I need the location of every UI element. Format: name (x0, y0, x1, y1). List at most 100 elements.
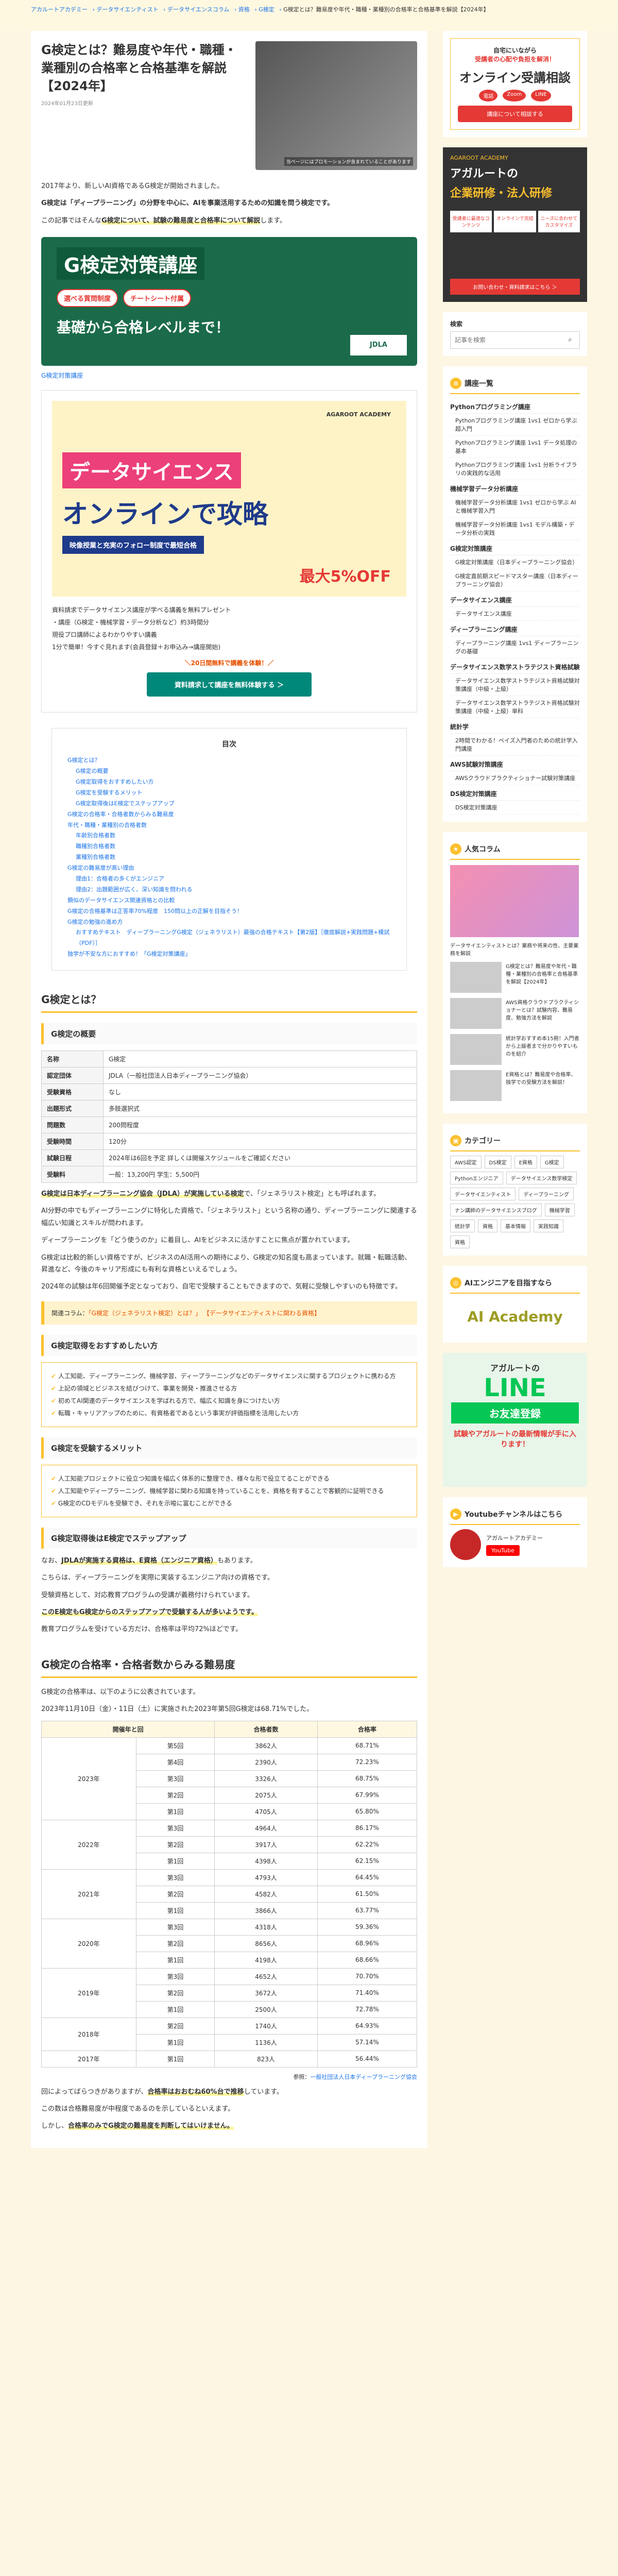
course-link[interactable]: Pythonプログラミング講座 1vs1 データ処理の基本 (450, 436, 580, 458)
category-tag[interactable]: 資格 (450, 1235, 470, 1248)
course-category[interactable]: Pythonプログラミング講座 (450, 398, 580, 414)
breadcrumb-item[interactable]: データサイエンティスト (96, 6, 158, 13)
course-category[interactable]: DS検定対策講座 (450, 785, 580, 801)
source-link[interactable]: 一般社団法人日本ディープラーニング協会 (310, 2074, 417, 2080)
toc-item[interactable]: G検定取得をおすすめしたい方 (67, 777, 391, 788)
popular-item[interactable]: データサイエンティストとは？業務や将来の性、主要業務を解説 (450, 865, 580, 957)
crown-icon: ★ (450, 843, 461, 855)
category-tag[interactable]: データサイエンス数学検定 (506, 1172, 577, 1184)
round-cell: 第1回 (135, 2001, 215, 2018)
line-ad[interactable]: アガルートの LINE お友達登録 試験やアガルートの最新情報が手に入ります！ (443, 1353, 587, 1487)
toc-item[interactable]: 年代・職種・業種別の合格者数 (67, 820, 391, 831)
course-category[interactable]: AWS試験対策講座 (450, 756, 580, 771)
passers-cell: 4705人 (214, 1803, 318, 1820)
course-category[interactable]: G検定対策講座 (450, 540, 580, 555)
toc-item[interactable]: 独学が不安な方におすすめ！「G検定対策講座」 (67, 949, 391, 960)
popular-item[interactable]: G検定とは？難易度や年代・職種・業種別の合格率と合格基準を解説【2024年】 (450, 962, 580, 993)
round-cell: 第2回 (135, 2017, 215, 2035)
category-tag[interactable]: ディープラーニング (519, 1188, 574, 1200)
category-tag[interactable]: DS検定 (484, 1156, 511, 1168)
row-value: 多肢選択式 (103, 1100, 417, 1117)
course-category[interactable]: 統計学 (450, 718, 580, 734)
category-tag[interactable]: E資格 (514, 1156, 537, 1168)
toc-item[interactable]: G検定の合格基準は正答率70%程度 150問以上の正解を目指そう！ (67, 906, 391, 917)
rate-cell: 70.70% (317, 1968, 418, 1985)
course-link[interactable]: データサイエンス数学ストラテジスト資格試験対策講座（中級・上級）単科 (450, 696, 580, 718)
toc-item[interactable]: G検定の概要 (67, 766, 391, 777)
toc-item[interactable]: 職種別合格者数 (67, 841, 391, 852)
popular-item[interactable]: E資格とは？難易度や合格率、独学での受験方法を解説！ (450, 1070, 580, 1101)
toc-item[interactable]: G検定を受験するメリット (67, 788, 391, 799)
round-cell: 第1回 (135, 1803, 215, 1820)
course-category[interactable]: データサイエンス講座 (450, 591, 580, 607)
breadcrumb-item[interactable]: 資格 (238, 6, 250, 13)
category-tag[interactable]: 実践知識 (534, 1219, 563, 1232)
course-link[interactable]: AWSクラウドプラクティショナー試験対策講座 (450, 771, 580, 785)
course-link[interactable]: DS検定対策講座 (450, 801, 580, 815)
course-category[interactable]: 機械学習データ分析講座 (450, 480, 580, 496)
toc-item[interactable]: 類似のデータサイエンス関連資格との比較 (67, 895, 391, 906)
course-link[interactable]: Pythonプログラミング講座 1vs1 ゼロから学ぶ超入門 (450, 414, 580, 436)
breadcrumb-current: G検定とは？難易度や年代・職種・業種別の合格率と合格基準を解説【2024年】 (283, 6, 489, 13)
category-tag[interactable]: 基本情報 (501, 1219, 530, 1232)
toc-item[interactable]: 年齢別合格者数 (67, 831, 391, 841)
toc-item[interactable]: G検定の勉強の進め方 (67, 917, 391, 928)
category-tag[interactable]: AWS認定 (450, 1156, 482, 1168)
course-category[interactable]: ディープラーニング講座 (450, 621, 580, 636)
category-tag[interactable]: 資格 (478, 1219, 497, 1232)
youtube-button[interactable]: YouTube (486, 1545, 520, 1556)
inquiry-button[interactable]: お問い合わせ・資料請求はこちら ＞ (450, 279, 580, 295)
course-link[interactable]: G検定対策講座（日本ディープラーニング協会） (450, 555, 580, 569)
passers-cell: 3862人 (214, 1737, 318, 1754)
course-link[interactable]: 2時間でわかる！ベイズ入門者のための統計学入門講座 (450, 734, 580, 756)
course-link[interactable]: 機械学習データ分析講座 1vs1 モデル構築・データ分析の実践 (450, 518, 580, 540)
g-course-banner[interactable]: G検定対策講座 選べる質問制度 チートシート付属 基礎から合格レベルまで！ JD… (41, 237, 417, 366)
toc-item[interactable]: おすすめテキスト ディープラーニングG検定（ジェネラリスト）最強の合格テキスト【… (67, 927, 391, 949)
popular-item[interactable]: AWS資格クラウドプラクティショナーとは？試験内容、難易度、勉強方法を解説 (450, 998, 580, 1029)
course-link[interactable]: Pythonプログラミング講座 1vs1 分析ライブラリの実践的な活用 (450, 458, 580, 480)
rate-cell: 56.44% (317, 2050, 418, 2067)
subsection-heading: G検定の概要 (41, 1023, 417, 1045)
category-tag[interactable]: 機械学習 (544, 1204, 575, 1216)
course-link[interactable]: ディープラーニング講座 1vs1 ディープラーニングの基礎 (450, 636, 580, 658)
round-cell: 第2回 (135, 1786, 215, 1804)
corporate-training-ad[interactable]: AGAROOT ACADEMY アガルートの 企業研修・法人研修 受講者に最適な… (443, 147, 587, 302)
category-tag[interactable]: ナン講師のデータサイエンスブログ (450, 1204, 542, 1216)
toc-item[interactable]: G検定の合格率・合格者数からみる難易度 (67, 809, 391, 820)
course-link[interactable]: 機械学習データ分析講座 1vs1 ゼロから学ぶ AIと機械学習入門 (450, 496, 580, 518)
course-category[interactable]: データサイエンス数学ストラテジスト資格試験 (450, 658, 580, 674)
popular-item[interactable]: 統計学おすすめ本15冊！入門者から上級者まで分かりやすいものを紹介 (450, 1034, 580, 1065)
channel-name: アガルートアカデミー (486, 1534, 543, 1541)
search-input[interactable] (451, 332, 561, 348)
category-tag[interactable]: Pythonエンジニア (450, 1172, 503, 1184)
breadcrumb-item[interactable]: G検定 (259, 6, 274, 13)
breadcrumb-item[interactable]: データサイエンスコラム (167, 6, 229, 13)
toc-item[interactable]: 業種別合格者数 (67, 852, 391, 863)
breadcrumb-item[interactable]: アカルートアカデミー (31, 6, 88, 13)
course-link[interactable]: データサイエンス講座 (450, 607, 580, 621)
ds-course-banner[interactable]: AGAROOT ACADEMY データサイエンス オンラインで攻略 映像授業と充… (52, 401, 406, 597)
g-course-link[interactable]: G検定対策講座 (41, 372, 83, 379)
consult-ad[interactable]: 自宅にいながら 受講者の心配や負担を解消！ オンライン受講相談 電話 Zoom … (443, 31, 587, 137)
toc-item[interactable]: G検定取得後はE検定でステップアップ (67, 799, 391, 809)
related-link[interactable]: 「G検定（ジェネラリスト検定）とは？」 (89, 1310, 201, 1317)
toc-item[interactable]: 理由1：合格者の多くがエンジニア (67, 874, 391, 885)
toc-item[interactable]: G検定の難易度が高い理由 (67, 863, 391, 874)
category-tag[interactable]: 統計学 (450, 1219, 475, 1232)
table-row: 2020年 第3回 4318人 59.36% (41, 1918, 418, 1969)
related-link[interactable]: 【データサイエンティストに関わる資格】 (203, 1310, 320, 1317)
free-trial-button[interactable]: 資料請求して講座を無料体験する ＞ (147, 672, 312, 697)
toc-item[interactable]: G検定とは？ (67, 755, 391, 766)
article-header: G検定とは？難易度や年代・職種・業種別の合格率と合格基準を解説【2024年】 2… (41, 41, 417, 170)
ad-title: お友達登録 (451, 1402, 579, 1423)
category-tag[interactable]: データサイエンティスト (450, 1188, 516, 1200)
course-link[interactable]: データサイエンス数学ストラテジスト資格試験対策講座（中級・上級） (450, 674, 580, 696)
toc-item[interactable]: 理由2：出題範囲が広く、深い知識を問われる (67, 885, 391, 895)
row-value: 2024年は6回を予定 詳しくは開催スケジュールをご確認ください (103, 1149, 417, 1167)
ai-academy-logo[interactable]: AI Academy (450, 1298, 580, 1335)
category-tag[interactable]: G検定 (540, 1156, 564, 1168)
consult-button[interactable]: 講座について相談する (458, 106, 572, 122)
course-link[interactable]: G検定直前期スピードマスター講座（日本ディープラーニング協会） (450, 569, 580, 591)
body-text: 2024年の試験は年6回開催予定となっており、自宅で受験することもできますので、… (41, 1283, 402, 1291)
search-icon[interactable]: ⌕ (561, 332, 579, 348)
